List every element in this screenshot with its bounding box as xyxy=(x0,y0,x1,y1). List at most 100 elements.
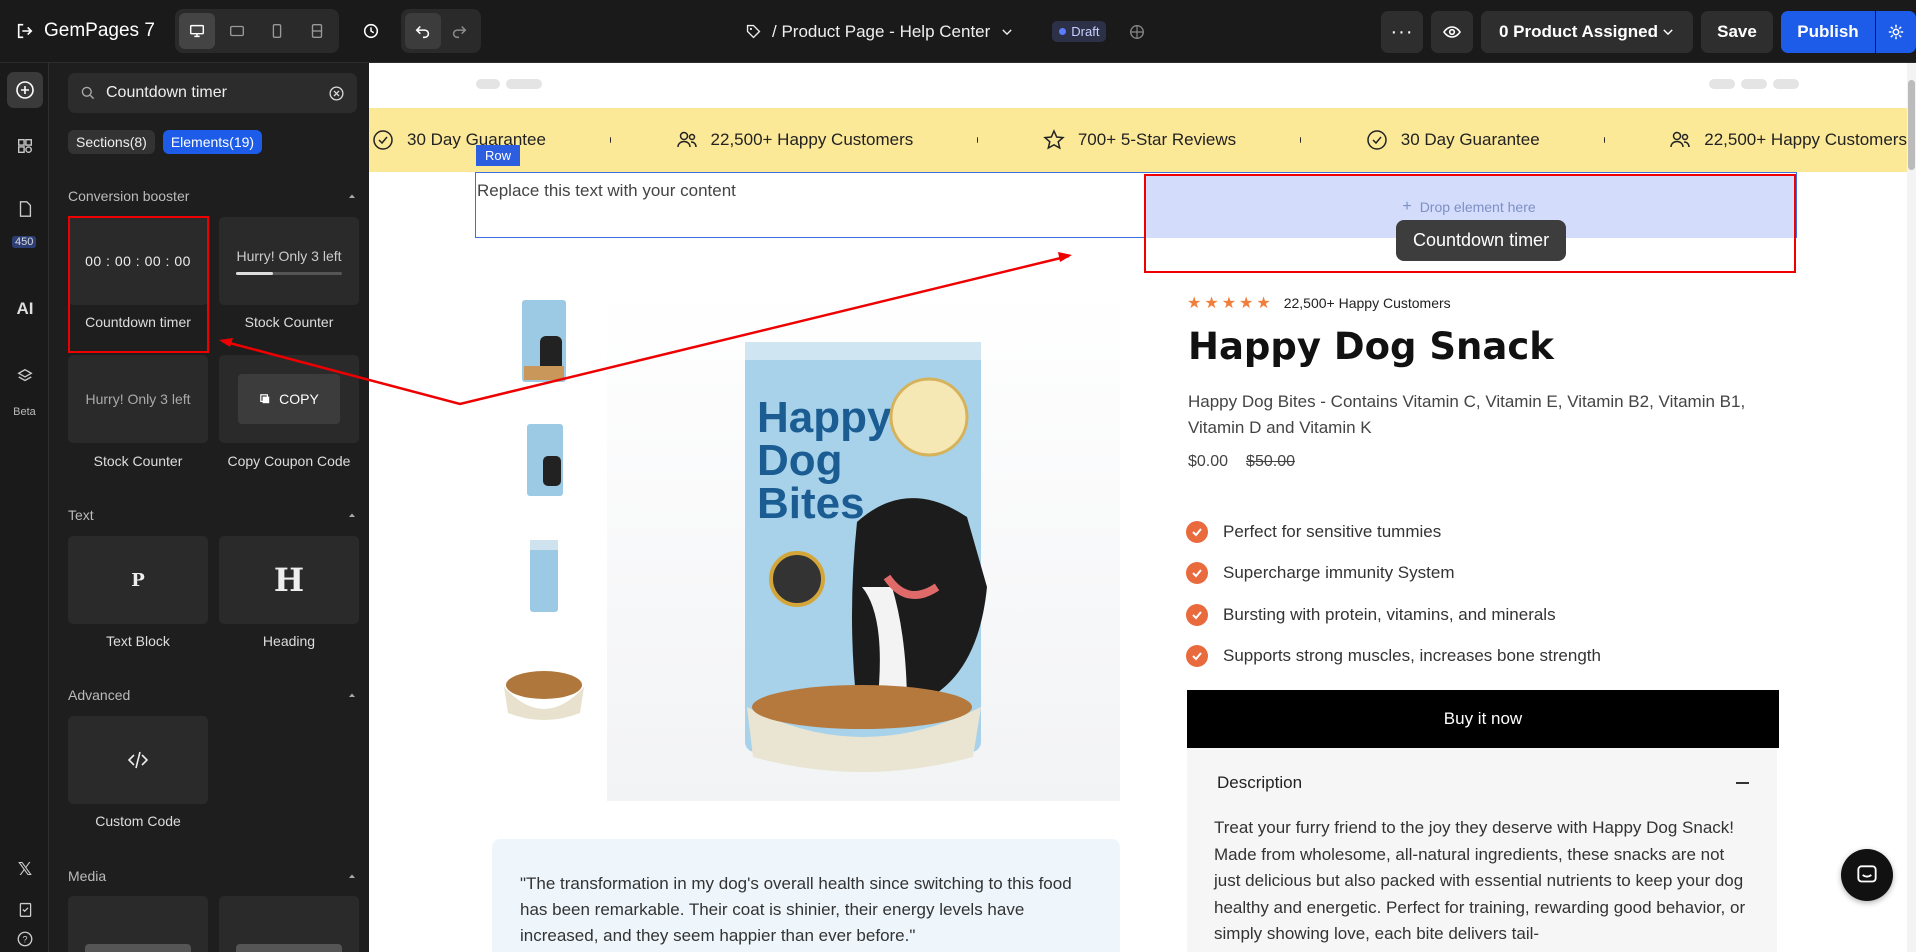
mobile-view-button[interactable] xyxy=(259,13,295,49)
status-badge: Draft xyxy=(1052,21,1107,42)
description-accordion[interactable]: Description Treat your furry friend to t… xyxy=(1187,748,1777,952)
announcement-bar[interactable]: 30 Day Guarantee 22,500+ Happy Customers… xyxy=(369,108,1907,172)
element-label: Copy Coupon Code xyxy=(227,453,351,469)
testimonial-text: "The transformation in my dog's overall … xyxy=(520,874,1072,945)
separator-dot xyxy=(609,137,611,143)
announcement-item: 30 Day Guarantee xyxy=(1365,128,1540,152)
canvas-scrollbar[interactable] xyxy=(1907,63,1916,952)
element-copy-coupon[interactable]: COPY xyxy=(219,355,359,443)
scroll-thumb[interactable] xyxy=(1908,80,1915,170)
history-button[interactable] xyxy=(351,9,391,53)
desktop-view-button[interactable] xyxy=(178,13,215,49)
chevron-up-icon xyxy=(349,874,355,878)
product-thumbnail[interactable] xyxy=(492,526,595,626)
list-item: Bursting with protein, vitamins, and min… xyxy=(1186,594,1601,636)
product-thumbnail[interactable] xyxy=(492,643,595,743)
feature-list: Perfect for sensitive tummies Supercharg… xyxy=(1186,511,1601,677)
copy-icon xyxy=(260,394,270,404)
product-title[interactable]: Happy Dog Snack xyxy=(1188,325,1554,368)
checklist-button[interactable] xyxy=(9,893,41,925)
description-heading[interactable]: Description xyxy=(1217,773,1302,793)
section-header-conversion[interactable]: Conversion booster xyxy=(68,188,357,204)
editor-canvas[interactable]: 30 Day Guarantee 22,500+ Happy Customers… xyxy=(369,63,1907,952)
add-element-button[interactable] xyxy=(7,72,43,108)
search-icon xyxy=(81,86,95,100)
heading-icon: H xyxy=(273,561,305,599)
product-thumbnail-image xyxy=(521,300,566,382)
testimonial-card[interactable]: "The transformation in my dog's overall … xyxy=(492,839,1120,952)
element-custom-code[interactable] xyxy=(68,716,208,804)
sections-button[interactable] xyxy=(9,130,41,162)
beta-label: Beta xyxy=(13,406,36,418)
credit-badge: 450 xyxy=(12,236,37,248)
element-label: Custom Code xyxy=(95,813,181,829)
element-stock-counter[interactable]: Hurry! Only 3 left xyxy=(219,217,359,305)
list-item: Supercharge immunity System xyxy=(1186,553,1601,595)
section-header-text[interactable]: Text xyxy=(68,507,357,523)
compare-price: $50.00 xyxy=(1246,453,1295,470)
tab-elements[interactable]: Elements(19) xyxy=(162,130,263,154)
product-thumbnail[interactable] xyxy=(492,410,595,510)
row-placeholder-text[interactable]: Replace this text with your content xyxy=(477,181,736,201)
app-logo[interactable]: GemPages 7 xyxy=(16,20,155,42)
preview-button[interactable] xyxy=(1431,10,1473,53)
help-button[interactable]: ? xyxy=(9,923,41,952)
chat-icon xyxy=(1857,865,1877,883)
preview-settings-icon[interactable] xyxy=(1128,23,1146,41)
device-switcher xyxy=(174,9,339,53)
pages-button[interactable] xyxy=(9,193,41,225)
publish-button[interactable]: Publish xyxy=(1781,10,1875,53)
element-heading[interactable]: H xyxy=(219,536,359,624)
custom-view-button[interactable] xyxy=(299,13,335,49)
publish-settings-button[interactable] xyxy=(1876,10,1916,53)
clipboard-icon xyxy=(19,902,31,917)
history-icon xyxy=(363,23,378,39)
tab-sections[interactable]: Sections(8) xyxy=(68,130,155,154)
element-image[interactable] xyxy=(219,896,359,952)
text-block-icon: P xyxy=(131,569,145,591)
x-button[interactable]: 𝕏 xyxy=(9,853,41,885)
save-button[interactable]: Save xyxy=(1701,10,1773,53)
elements-panel: Sections(8) Elements(19) Conversion boos… xyxy=(49,63,369,952)
product-thumbnail-image xyxy=(526,424,563,496)
skeleton-bar xyxy=(506,79,542,89)
section-header-advanced[interactable]: Advanced xyxy=(68,687,357,703)
users-icon xyxy=(676,131,697,148)
element-text-block[interactable]: P xyxy=(68,536,208,624)
undo-button[interactable] xyxy=(404,13,441,49)
page-title-group[interactable]: / Product Page - Help Center Draft xyxy=(745,0,1146,63)
element-label: Stock Counter xyxy=(244,314,334,330)
row-label[interactable]: Row xyxy=(476,145,521,166)
collapse-icon[interactable] xyxy=(1736,782,1749,784)
product-subtitle[interactable]: Happy Dog Bites - Contains Vitamin C, Vi… xyxy=(1188,389,1778,441)
app-name: GemPages 7 xyxy=(44,20,155,41)
chevron-up-icon xyxy=(349,513,355,517)
star-icon: ★ xyxy=(1187,295,1202,312)
tablet-view-button[interactable] xyxy=(219,13,255,49)
rating-row: ★ ★ ★ ★ ★ 22,500+ Happy Customers xyxy=(1187,293,1451,313)
clear-search-icon[interactable] xyxy=(328,85,345,102)
more-options-button[interactable]: ··· xyxy=(1381,10,1423,53)
search-input[interactable] xyxy=(106,84,328,102)
chevron-down-icon xyxy=(1663,28,1673,35)
mobile-icon xyxy=(272,24,282,38)
help-icon: ? xyxy=(17,931,33,947)
redo-button[interactable] xyxy=(441,13,477,49)
stock-preview: Hurry! Only 3 left xyxy=(85,391,191,407)
video-icon xyxy=(85,944,191,952)
element-video[interactable] xyxy=(68,896,208,952)
section-header-media[interactable]: Media xyxy=(68,868,357,884)
buy-now-button[interactable]: Buy it now xyxy=(1187,690,1779,748)
ai-button[interactable]: AI xyxy=(9,293,41,325)
product-thumbnail[interactable] xyxy=(492,291,595,391)
layers-button[interactable] xyxy=(9,360,41,392)
product-assign-dropdown[interactable]: 0 Product Assigned xyxy=(1481,10,1693,53)
element-stock-counter-alt[interactable]: Hurry! Only 3 left xyxy=(68,355,208,443)
packaging-line: Dog xyxy=(757,436,843,485)
badge-check-icon xyxy=(1366,130,1387,150)
chat-support-button[interactable] xyxy=(1841,849,1893,901)
product-main-image[interactable]: Happy Dog Bites xyxy=(607,287,1120,801)
tag-icon xyxy=(746,24,761,39)
badge-check-icon xyxy=(373,130,393,150)
ellipsis-icon: ··· xyxy=(1390,20,1414,43)
